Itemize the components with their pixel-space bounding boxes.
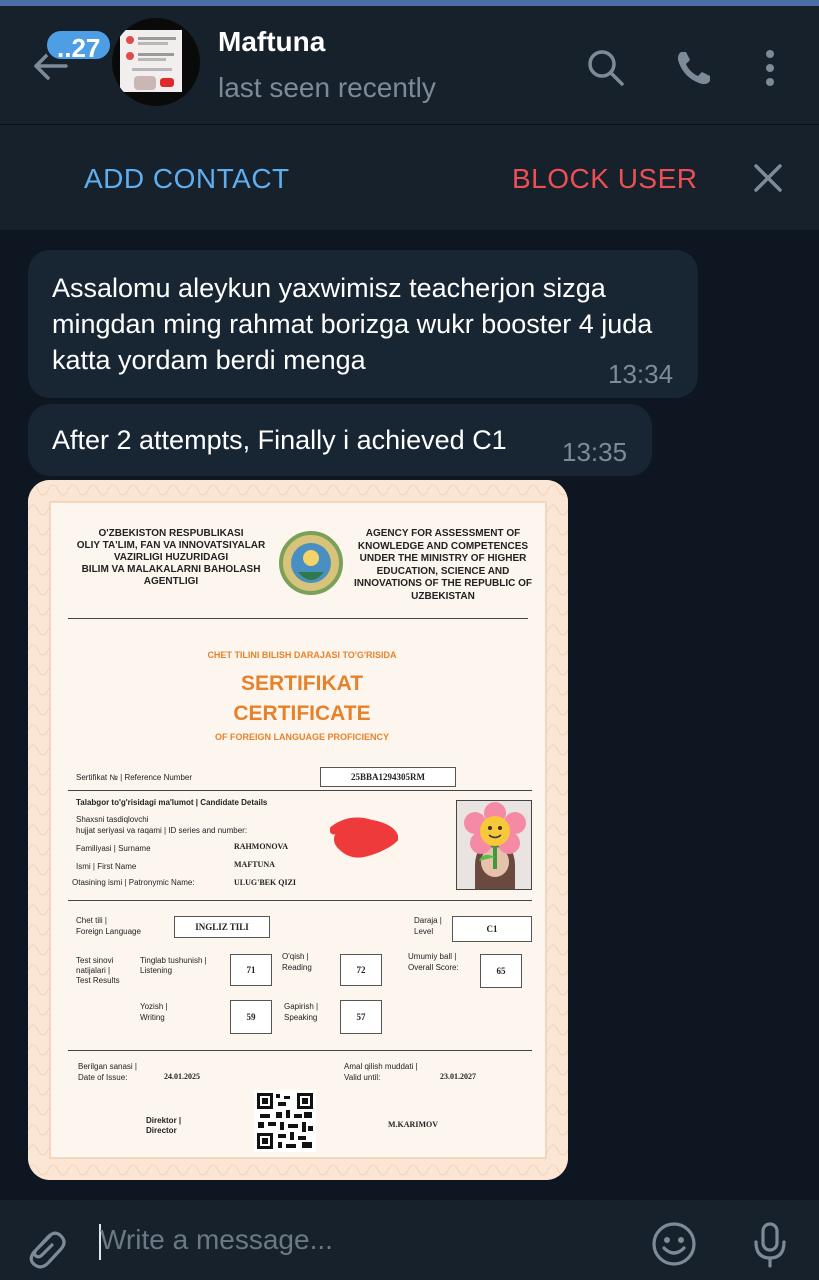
message-bubble[interactable]: After 2 attempts, Finally i achieved C1 …: [28, 404, 652, 476]
id-label-line1: Shaxsni tasdiqlovchi: [76, 815, 149, 824]
results-label-1: Test sinovi: [76, 956, 114, 965]
message-text: Assalomu aleykun yaxwimisz teacherjon si…: [52, 273, 653, 375]
photo-message[interactable]: O'ZBEKISTON RESPUBLIKASI OLIY TA'LIM, FA…: [28, 480, 568, 1180]
issue-date: 24.01.2025: [164, 1072, 200, 1081]
candidate-photo: [456, 800, 532, 890]
left-heading: O'ZBEKISTON RESPUBLIKASI OLIY TA'LIM, FA…: [76, 528, 266, 587]
divider: [68, 618, 528, 619]
director-label-2: Director: [146, 1126, 177, 1135]
listening-label-1: Tinglab tushunish |: [140, 956, 207, 965]
certificate-image: O'ZBEKISTON RESPUBLIKASI OLIY TA'LIM, FA…: [28, 480, 568, 1180]
writing-label-1: Yozish |: [140, 1002, 168, 1011]
level-value: C1: [452, 916, 532, 942]
valid-label-2: Valid until:: [344, 1073, 381, 1082]
level-label-2: Level: [414, 927, 434, 936]
language-label-2: Foreign Language: [76, 927, 141, 936]
reference-label: Sertifikat № | Reference Number: [76, 773, 193, 782]
certificate-title-en: CERTIFICATE: [233, 702, 371, 725]
patronymic-label: Otasining ismi | Patronymic Name:: [72, 878, 195, 887]
language-label-1: Chet tili |: [76, 916, 107, 925]
divider: [68, 790, 532, 791]
valid-date: 23.01.2027: [440, 1072, 476, 1081]
message-bubble[interactable]: Assalomu aleykun yaxwimisz teacherjon si…: [28, 250, 698, 398]
results-label-3: Test Results: [76, 976, 120, 985]
message-time: 13:35: [562, 437, 628, 467]
search-icon[interactable]: [584, 46, 628, 90]
microphone-icon[interactable]: [746, 1220, 794, 1268]
message-text: After 2 attempts, Finally i achieved C1: [52, 425, 507, 455]
close-icon[interactable]: [748, 158, 788, 198]
patronymic-value: ULUG'BEK QIZI: [234, 878, 297, 887]
last-seen-status: last seen recently: [218, 72, 436, 103]
contact-action-bar: ADD CONTACT BLOCK USER: [0, 124, 819, 230]
more-vertical-icon[interactable]: [748, 46, 792, 90]
results-label-2: natijalari |: [76, 966, 111, 975]
first-name-label: Ismi | First Name: [76, 862, 137, 871]
writing-label-2: Writing: [140, 1013, 165, 1022]
issue-label-1: Berilgan sanasi |: [78, 1062, 137, 1071]
director-label-1: Direktor |: [146, 1116, 182, 1125]
divider: [68, 1050, 532, 1051]
emblem-icon: [279, 531, 343, 595]
reference-number: 25BBA1294305RM: [320, 767, 456, 787]
flower-sticker-icon: [464, 802, 526, 869]
message-time: 13:34: [608, 359, 674, 389]
surname-value: RAHMONOVA: [234, 842, 289, 851]
speaking-label-2: Speaking: [284, 1013, 318, 1022]
contact-name: Maftuna: [218, 26, 326, 57]
chat-header: ..27 Maftuna last seen recently: [0, 6, 819, 124]
issue-label-2: Date of Issue:: [78, 1073, 128, 1082]
listening-label-2: Listening: [140, 966, 173, 975]
valid-label-1: Amal qilish muddati |: [344, 1062, 418, 1071]
unread-count-badge: ..27: [44, 28, 114, 63]
add-contact-button[interactable]: ADD CONTACT: [84, 163, 290, 195]
phone-icon[interactable]: [672, 46, 716, 90]
certificate-subtitle-top: CHET TILINI BILISH DARAJASI TO'G'RISIDA: [207, 650, 397, 660]
id-label-line2: hujjat seriyasi va raqami | ID series an…: [76, 826, 248, 835]
certificate-title-uz: SERTIFIKAT: [240, 672, 364, 695]
reading-label-2: Reading: [282, 963, 312, 972]
smiley-icon[interactable]: [650, 1220, 698, 1268]
avatar[interactable]: [112, 18, 200, 106]
qr-code-icon: [254, 1090, 316, 1152]
overall-score: 65: [480, 954, 522, 988]
listening-score: 71: [230, 954, 272, 986]
message-input[interactable]: [100, 1218, 620, 1262]
speaking-label-1: Gapirish |: [284, 1002, 319, 1011]
message-composer: [0, 1200, 819, 1280]
language-value: INGLIZ TILI: [174, 916, 270, 938]
level-label-1: Daraja |: [414, 916, 442, 925]
overall-label-1: Umumiy ball |: [408, 952, 457, 961]
overall-label-2: Overall Score:: [408, 963, 459, 972]
reading-label-1: O'qish |: [282, 952, 309, 961]
reading-score: 72: [340, 954, 382, 986]
candidate-header: Talabgor to'g'risidagi ma'lumot | Candid…: [76, 798, 268, 807]
first-name-value: MAFTUNA: [234, 860, 275, 869]
surname-label: Familiyasi | Surname: [76, 844, 151, 853]
block-user-button[interactable]: BLOCK USER: [512, 163, 698, 195]
avatar-image: [120, 30, 182, 92]
writing-score: 59: [230, 1000, 272, 1034]
paperclip-icon[interactable]: [20, 1222, 68, 1270]
certificate-subtitle-bottom: OF FOREIGN LANGUAGE PROFICIENCY: [214, 732, 389, 742]
right-heading: AGENCY FOR ASSESSMENT OF KNOWLEDGE AND C…: [354, 528, 532, 602]
speaking-score: 57: [340, 1000, 382, 1034]
redaction-scribble: [330, 817, 398, 858]
divider: [68, 900, 532, 901]
director-name: M.KARIMOV: [388, 1120, 438, 1129]
